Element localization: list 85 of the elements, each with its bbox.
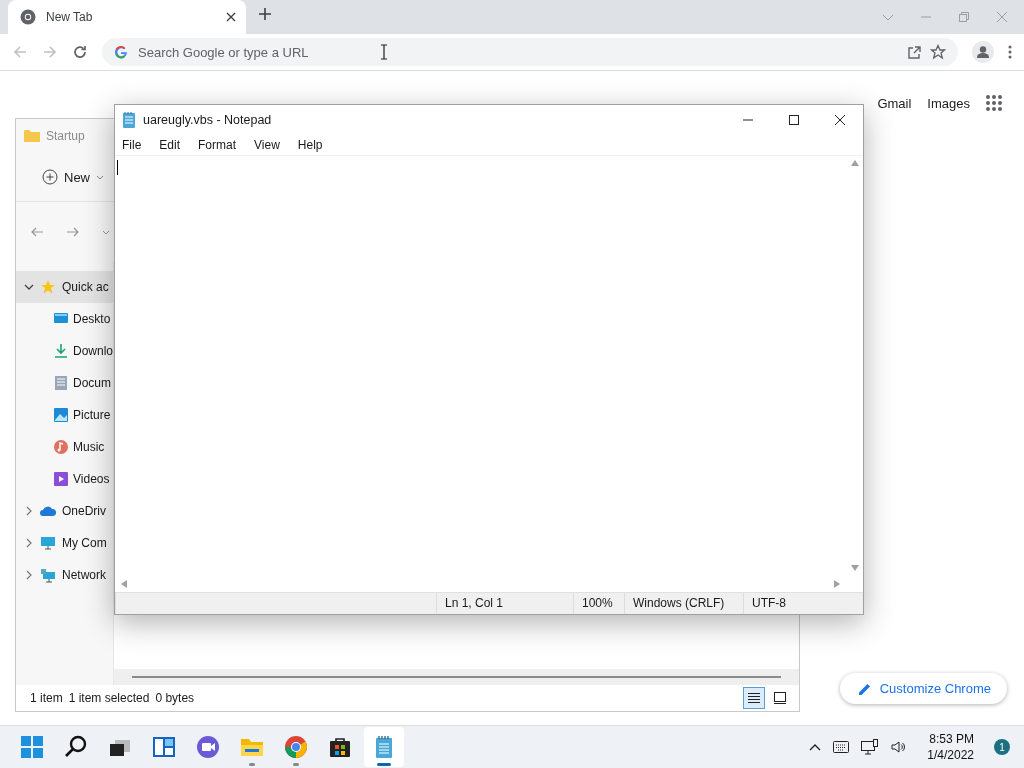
folder-icon <box>24 129 40 143</box>
music-note-icon <box>53 439 69 455</box>
running-indicator <box>249 763 255 766</box>
nav-item[interactable]: Downlo <box>16 335 113 367</box>
search-icon <box>64 735 88 759</box>
back-arrow-icon[interactable] <box>30 225 44 239</box>
header-link[interactable]: Images <box>927 95 970 111</box>
horizontal-scrollbar[interactable] <box>114 669 799 685</box>
forward-arrow-icon[interactable] <box>66 225 80 239</box>
chrome-logo-icon <box>284 735 308 759</box>
running-indicator <box>377 763 391 766</box>
chevron-right-icon[interactable] <box>24 570 34 580</box>
address-field[interactable]: Search Google or type a URL <box>136 43 899 61</box>
network-monitor-icon[interactable] <box>861 739 880 755</box>
close-icon[interactable] <box>226 12 236 22</box>
text-caret <box>117 160 118 175</box>
shopping-bag-icon <box>328 735 352 759</box>
menu-item[interactable]: Edit <box>157 138 183 152</box>
nav-item[interactable]: Quick ac <box>16 271 113 303</box>
monitor-icon <box>40 535 56 551</box>
scroll-down-icon[interactable] <box>850 565 859 571</box>
star-icon[interactable] <box>930 44 946 60</box>
scroll-right-icon[interactable] <box>834 579 840 588</box>
status-text: 0 bytes <box>155 691 195 705</box>
new-tab-icon[interactable] <box>258 7 272 21</box>
new-button[interactable]: New <box>36 168 110 186</box>
speaker-icon[interactable] <box>891 740 906 754</box>
details-view-button[interactable] <box>743 687 765 709</box>
menu-item[interactable]: Help <box>295 138 325 152</box>
running-indicator <box>293 763 299 766</box>
clock[interactable]: 8:53 PM 1/4/2022 <box>927 732 974 762</box>
list-lines-icon <box>747 692 761 704</box>
picture-icon <box>53 407 69 423</box>
profile-icon[interactable] <box>972 41 994 63</box>
address-bar[interactable]: Search Google or type a URL <box>102 38 958 66</box>
google-g-icon <box>114 45 128 59</box>
document-icon <box>53 375 69 391</box>
chevron-right-icon[interactable] <box>24 506 34 516</box>
nav-item[interactable]: Picture <box>16 399 113 431</box>
notepad-icon <box>122 111 136 129</box>
menu-item[interactable]: Format <box>196 138 239 152</box>
reload-icon[interactable] <box>72 44 88 60</box>
nav-item[interactable]: Deskto <box>16 303 113 335</box>
nav-item[interactable]: My Com <box>16 527 113 559</box>
customize-chrome-button[interactable]: Customize Chrome <box>839 673 1007 704</box>
preview-pane-icon <box>773 692 787 704</box>
chevron-down-icon[interactable] <box>24 282 34 292</box>
nav-item[interactable]: Docum <box>16 367 113 399</box>
status-text: Ln 1, Col 1 <box>436 593 573 614</box>
keyboard-icon[interactable] <box>833 741 850 753</box>
status-text: UTF-8 <box>743 593 863 614</box>
chevron-up-icon[interactable] <box>809 743 822 751</box>
scroll-left-icon[interactable] <box>121 579 127 588</box>
notification-badge[interactable]: 1 <box>994 739 1010 755</box>
nav-item[interactable]: OneDriv <box>16 495 113 527</box>
start-icon <box>20 735 44 759</box>
status-text: 100% <box>573 593 624 614</box>
chat-bubble-icon <box>196 735 220 759</box>
widgets-icon <box>152 735 176 759</box>
text-cursor-icon <box>380 44 388 60</box>
network-icon <box>40 567 56 583</box>
pencil-icon <box>857 681 872 696</box>
chevron-right-icon[interactable] <box>24 538 34 548</box>
chevron-down-icon <box>96 173 104 181</box>
status-text: 1 item <box>30 691 63 705</box>
status-text: 1 item selected <box>68 691 150 705</box>
star-icon <box>40 279 56 295</box>
window-title: uareugly.vbs - Notepad <box>143 113 273 127</box>
download-arrow-icon <box>53 343 69 359</box>
menu-icon[interactable] <box>1008 45 1012 59</box>
browser-tab[interactable]: New Tab <box>8 0 246 34</box>
nav-item[interactable]: Network <box>16 559 113 591</box>
window-title: Startup <box>46 129 85 143</box>
chrome-logo-icon <box>20 9 36 25</box>
share-icon[interactable] <box>907 44 922 60</box>
status-text: Windows (CRLF) <box>624 593 743 614</box>
video-icon <box>53 471 69 487</box>
menu-item[interactable]: File <box>120 138 144 152</box>
menu-item[interactable]: View <box>252 138 282 152</box>
plus-circle-icon <box>42 169 58 185</box>
nav-item[interactable]: Videos <box>16 463 113 495</box>
header-link[interactable]: Gmail <box>877 95 912 111</box>
scroll-up-icon[interactable] <box>850 160 859 166</box>
nav-item[interactable]: Music <box>16 431 113 463</box>
apps-grid-icon[interactable] <box>986 95 1002 111</box>
